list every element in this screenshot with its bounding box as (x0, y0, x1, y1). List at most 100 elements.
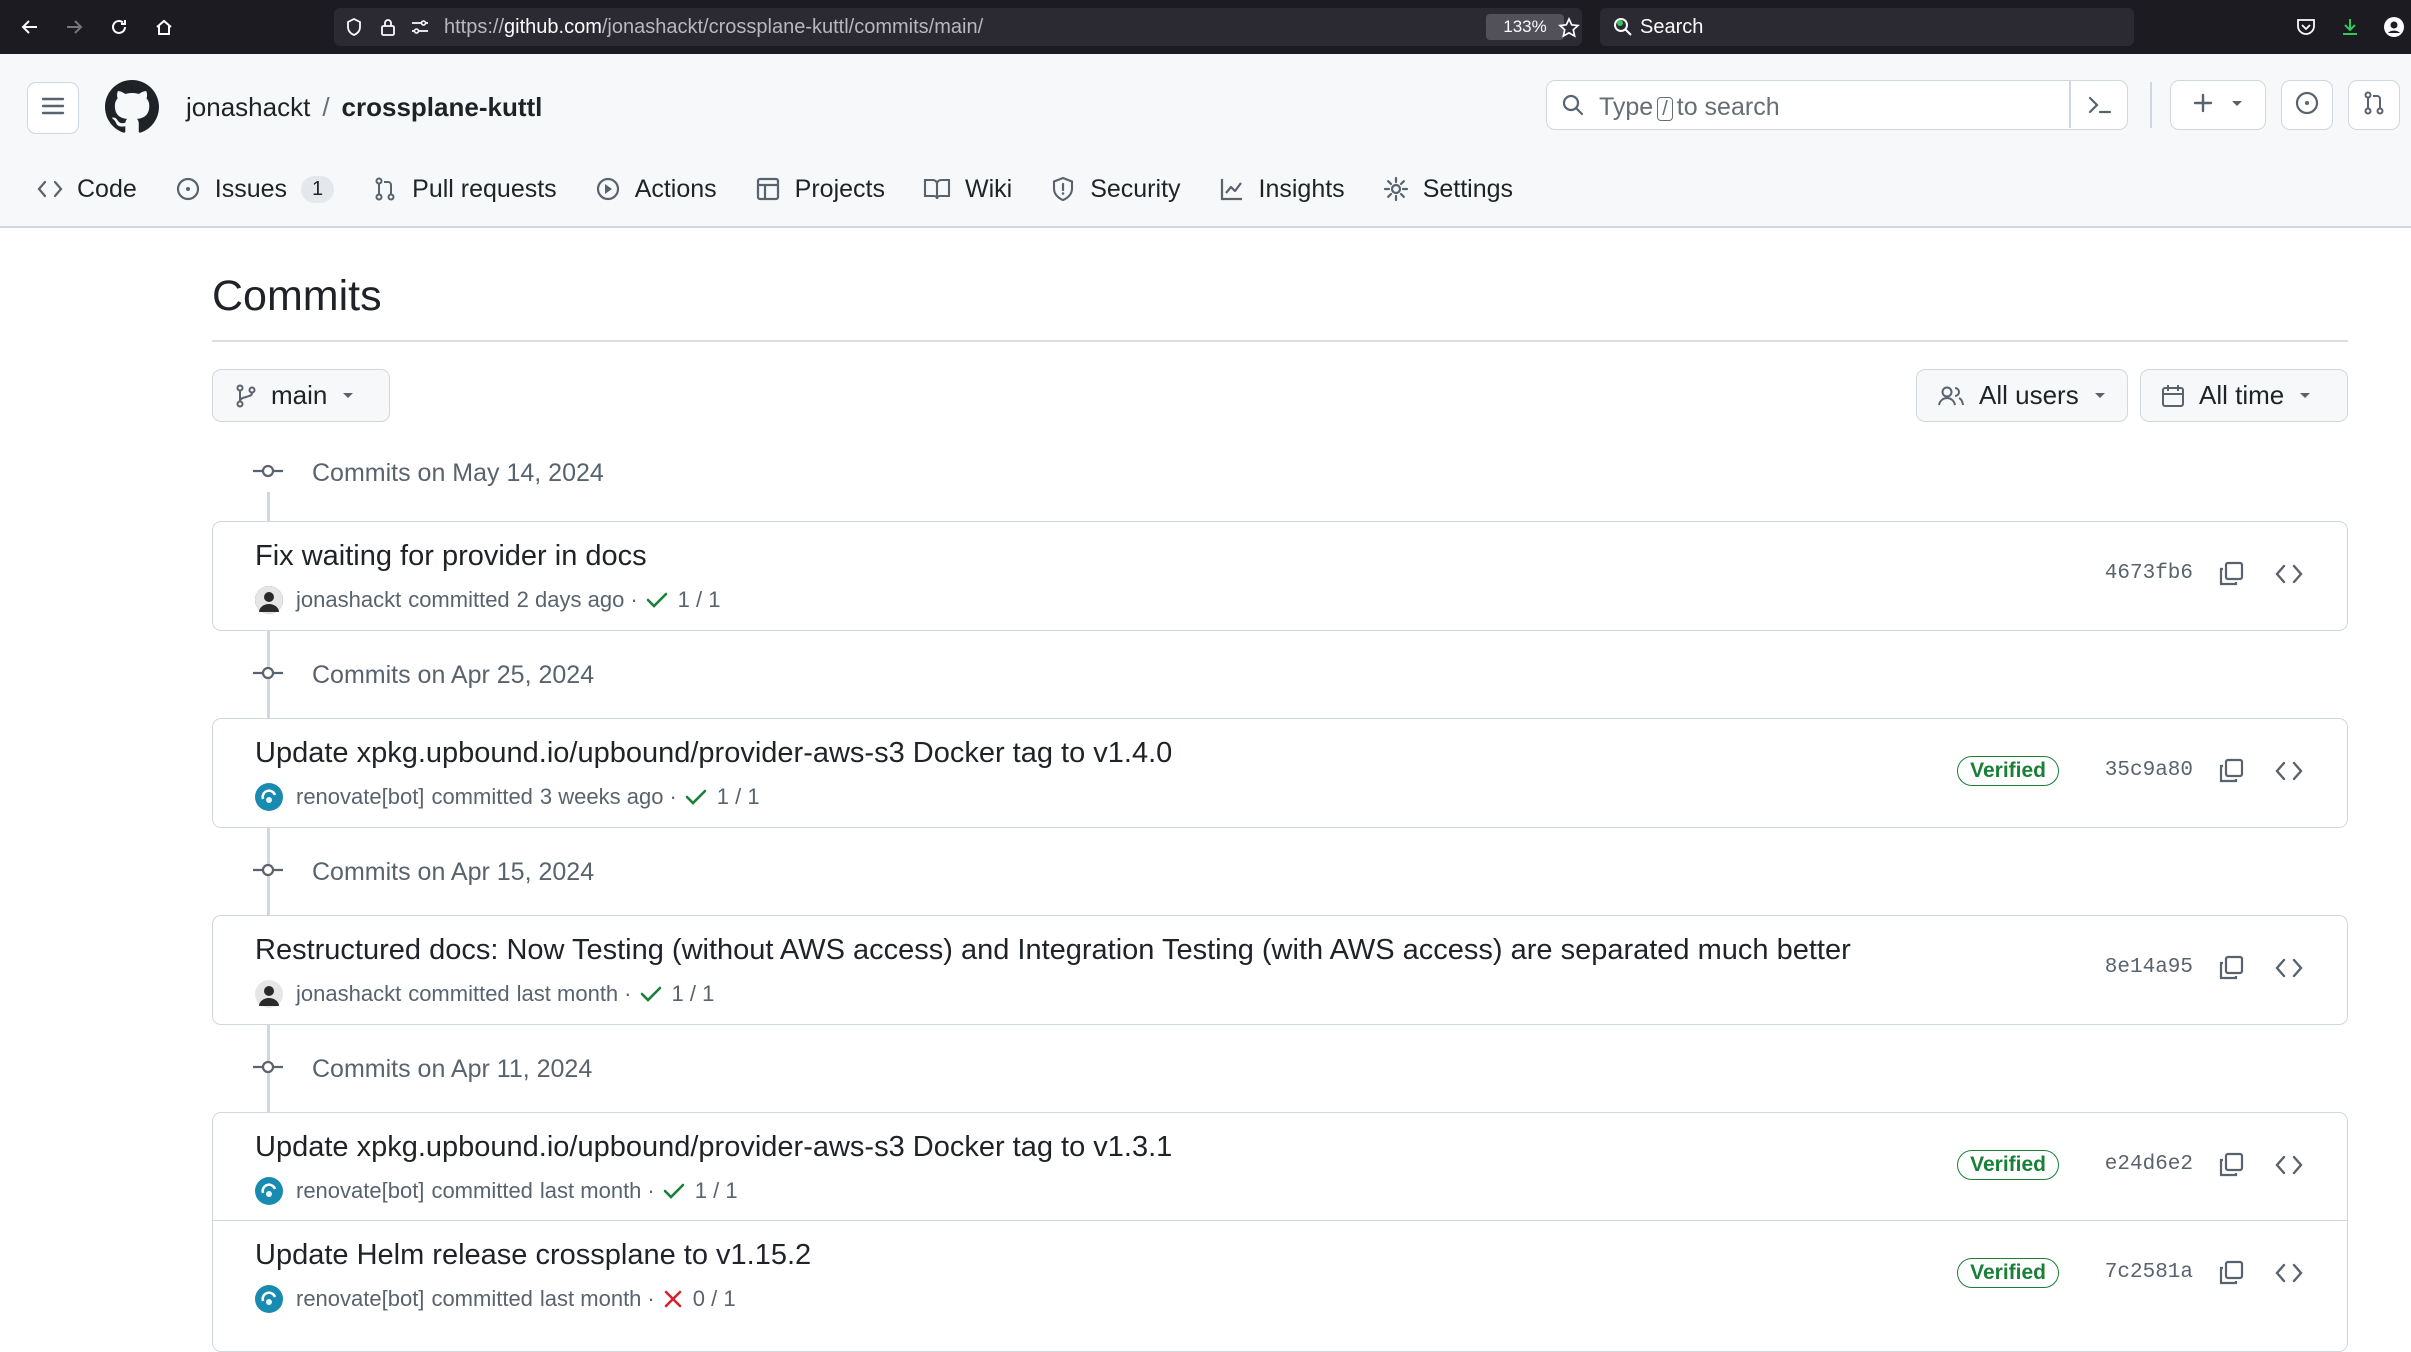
commit-list: Fix waiting for provider in docs jonasha… (212, 521, 2348, 631)
avatar[interactable] (255, 980, 283, 1008)
verified-badge[interactable]: Verified (1957, 1150, 2059, 1180)
copy-sha-button[interactable] (2209, 1251, 2253, 1295)
menu-button[interactable] (27, 82, 79, 134)
tab-actions[interactable]: Actions (595, 175, 717, 204)
commit-group-date: Commits on Apr 25, 2024 (312, 660, 595, 689)
tab-security[interactable]: Security (1050, 175, 1181, 204)
calendar-icon (2161, 383, 2185, 409)
commit-author-link[interactable]: renovate[bot] (296, 1178, 424, 1204)
forward-icon[interactable] (60, 13, 88, 41)
tracking-shield-icon[interactable] (344, 17, 364, 43)
branch-selector[interactable]: main (212, 369, 390, 422)
meta-separator: · (647, 1178, 655, 1203)
commit-author-link[interactable]: renovate[bot] (296, 1286, 424, 1312)
browse-repo-button[interactable] (2267, 1143, 2311, 1187)
home-icon[interactable] (150, 13, 178, 41)
avatar[interactable] (255, 586, 283, 614)
back-icon[interactable] (16, 13, 44, 41)
tab-projects[interactable]: Projects (755, 175, 885, 204)
create-new-button[interactable] (2170, 80, 2266, 130)
pull-requests-shortcut-button[interactable] (2348, 80, 2400, 130)
users-filter[interactable]: All users (1916, 369, 2128, 422)
meta-separator: · (647, 1286, 655, 1311)
commit-row: Restructured docs: Now Testing (without … (213, 916, 2347, 1023)
search-input[interactable]: Type / to search (1546, 80, 2128, 130)
account-icon[interactable] (2383, 16, 2405, 43)
commit-sha-link[interactable]: 35c9a80 (2105, 759, 2193, 782)
copy-sha-button[interactable] (2209, 552, 2253, 596)
check-icon (646, 592, 667, 608)
search-engine-icon (1612, 16, 1634, 44)
browser-search-placeholder: Search (1640, 16, 1704, 38)
browser-search-box[interactable]: Search (1600, 8, 2134, 46)
tab-settings-label: Settings (1422, 174, 1514, 203)
copy-sha-button[interactable] (2209, 749, 2253, 793)
check-status[interactable]: 1 / 1 (646, 587, 720, 613)
caret-down-icon (2093, 391, 2107, 401)
commit-author-link[interactable]: jonashackt (296, 587, 401, 613)
download-icon[interactable] (2339, 16, 2361, 43)
book-icon (923, 178, 951, 200)
zoom-level[interactable]: 133% (1486, 14, 1564, 40)
bookmark-star-icon[interactable] (1558, 16, 1580, 45)
tab-issues[interactable]: Issues 1 (175, 174, 335, 204)
commit-author-link[interactable]: renovate[bot] (296, 784, 424, 810)
permissions-icon[interactable] (410, 18, 430, 42)
check-status[interactable]: 1 / 1 (685, 784, 760, 810)
avatar[interactable] (255, 1177, 283, 1205)
check-status[interactable]: 0 / 1 (663, 1286, 736, 1312)
commit-sha-link[interactable]: 7c2581a (2105, 1261, 2193, 1284)
commit-title-link[interactable]: Fix waiting for provider in docs (255, 540, 647, 573)
commit-meta: renovate[bot] committed 3 weeks ago · 1 … (255, 783, 760, 811)
commit-title-link[interactable]: Update Helm release crossplane to v1.15.… (255, 1239, 811, 1272)
pocket-icon[interactable] (2295, 16, 2317, 43)
search-divider (2069, 81, 2071, 128)
browser-toolbar: https://github.com/jonashackt/crossplane… (0, 0, 2411, 54)
address-bar[interactable]: https://github.com/jonashackt/crossplane… (334, 8, 1582, 46)
command-palette-icon[interactable] (2087, 93, 2113, 122)
tab-insights[interactable]: Insights (1219, 175, 1345, 204)
copy-icon (2219, 561, 2244, 586)
browse-repo-button[interactable] (2267, 749, 2311, 793)
lock-icon[interactable] (378, 17, 398, 43)
tab-wiki[interactable]: Wiki (923, 175, 1012, 204)
people-icon (1937, 384, 1965, 408)
reload-icon[interactable] (105, 13, 133, 41)
commit-list: Restructured docs: Now Testing (without … (212, 915, 2348, 1025)
check-status[interactable]: 1 / 1 (640, 981, 714, 1007)
check-status[interactable]: 1 / 1 (663, 1178, 738, 1204)
tab-code[interactable]: Code (37, 175, 137, 204)
commit-title-link[interactable]: Update xpkg.upbound.io/upbound/provider-… (255, 737, 1172, 770)
commit-row: Fix waiting for provider in docs jonasha… (213, 522, 2347, 629)
copy-sha-button[interactable] (2209, 946, 2253, 990)
commit-title-link[interactable]: Restructured docs: Now Testing (without … (255, 934, 1851, 967)
tab-settings[interactable]: Settings (1383, 175, 1513, 204)
commit-sha-link[interactable]: e24d6e2 (2105, 1153, 2193, 1176)
commit-row: Update xpkg.upbound.io/upbound/provider-… (213, 719, 2347, 826)
browse-repo-button[interactable] (2267, 552, 2311, 596)
copy-sha-button[interactable] (2209, 1143, 2253, 1187)
browse-repo-button[interactable] (2267, 946, 2311, 990)
time-filter[interactable]: All time (2140, 369, 2348, 422)
tab-pull-requests[interactable]: Pull requests (372, 175, 557, 204)
commit-sha-link[interactable]: 4673fb6 (2105, 562, 2193, 585)
avatar[interactable] (255, 1285, 283, 1313)
avatar[interactable] (255, 783, 283, 811)
page-title: Commits (212, 272, 382, 320)
search-icon (1561, 93, 1585, 122)
issues-shortcut-button[interactable] (2281, 80, 2333, 130)
github-logo-icon[interactable] (105, 80, 159, 134)
commit-title-link[interactable]: Update xpkg.upbound.io/upbound/provider-… (255, 1131, 1172, 1164)
caret-down-icon (341, 391, 355, 401)
commit-sha-link[interactable]: 8e14a95 (2105, 956, 2193, 979)
browse-repo-button[interactable] (2267, 1251, 2311, 1295)
repo-name-link[interactable]: crossplane-kuttl (342, 92, 543, 122)
caret-down-icon (2298, 391, 2312, 401)
tab-issues-label: Issues (214, 174, 288, 203)
verified-badge[interactable]: Verified (1957, 1258, 2059, 1288)
repo-owner-link[interactable]: jonashackt (186, 92, 310, 122)
commit-author-link[interactable]: jonashackt (296, 981, 401, 1007)
verified-badge[interactable]: Verified (1957, 756, 2059, 786)
code-icon (37, 180, 63, 198)
code-icon (2275, 958, 2303, 978)
